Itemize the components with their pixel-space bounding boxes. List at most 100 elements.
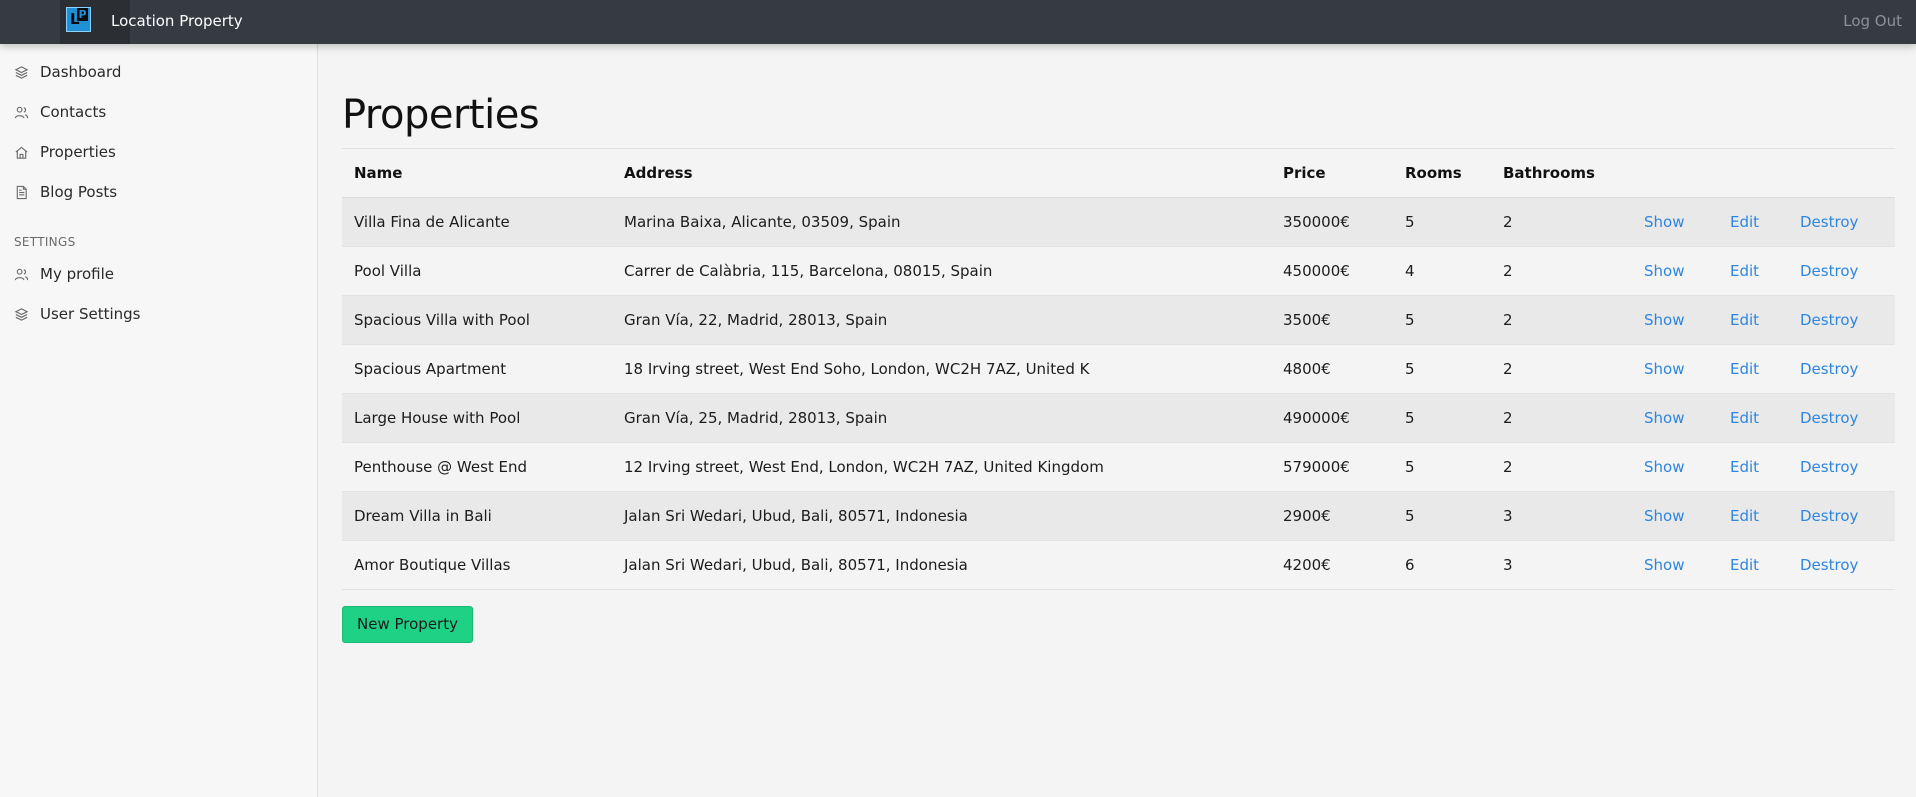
property-name: Large House with Pool bbox=[354, 409, 521, 427]
destroy-link[interactable]: Destroy bbox=[1800, 198, 1858, 247]
logout-link[interactable]: Log Out bbox=[1843, 11, 1902, 31]
show-link[interactable]: Show bbox=[1644, 443, 1684, 492]
property-bathrooms: 2 bbox=[1503, 409, 1513, 427]
property-price: 4800€ bbox=[1283, 360, 1331, 378]
home-icon bbox=[15, 146, 28, 159]
sidebar-item-label: User Settings bbox=[40, 305, 141, 323]
property-bathrooms: 2 bbox=[1503, 311, 1513, 329]
table-row: Penthouse @ West End 12 Irving street, We… bbox=[342, 443, 1895, 492]
show-link[interactable]: Show bbox=[1644, 296, 1684, 345]
destroy-link[interactable]: Destroy bbox=[1800, 492, 1858, 541]
property-price: 3500€ bbox=[1283, 311, 1331, 329]
top-bar: L P Location Property Log Out bbox=[0, 0, 1916, 44]
sidebar: Dashboard Contacts Properties Blog Posts… bbox=[0, 44, 318, 797]
users-icon bbox=[14, 268, 29, 280]
new-property-button[interactable]: New Property bbox=[342, 606, 473, 643]
logo-letter: P bbox=[77, 8, 88, 21]
property-price: 2900€ bbox=[1283, 507, 1331, 525]
edit-link[interactable]: Edit bbox=[1730, 198, 1759, 247]
app-title[interactable]: Location Property bbox=[111, 11, 243, 31]
property-name: Pool Villa bbox=[354, 262, 422, 280]
edit-link[interactable]: Edit bbox=[1730, 296, 1759, 345]
property-bathrooms: 2 bbox=[1503, 360, 1513, 378]
page-title: Properties bbox=[342, 92, 540, 138]
property-rooms: 5 bbox=[1405, 360, 1415, 378]
property-price: 4200€ bbox=[1283, 556, 1331, 574]
layers-icon bbox=[14, 65, 29, 79]
users-icon bbox=[14, 106, 29, 118]
property-name: Dream Villa in Bali bbox=[354, 507, 492, 525]
property-address: Gran Vía, 22, Madrid, 28013, Spain bbox=[624, 311, 888, 329]
sidebar-item-user-settings[interactable]: User Settings bbox=[14, 303, 140, 325]
property-name: Amor Boutique Villas bbox=[354, 556, 511, 574]
sidebar-item-blog-posts[interactable]: Blog Posts bbox=[14, 181, 117, 203]
logo[interactable]: L P bbox=[66, 7, 91, 32]
column-header-address: Address bbox=[624, 164, 693, 182]
property-address: 12 Irving street, West End, London, WC2H… bbox=[624, 458, 1104, 476]
table-row: Amor Boutique Villas Jalan Sri Wedari, Ub… bbox=[342, 541, 1895, 590]
table-header: Name Address Price Rooms Bathrooms bbox=[342, 149, 1895, 198]
property-price: 579000€ bbox=[1283, 458, 1350, 476]
sidebar-item-my-profile[interactable]: My profile bbox=[14, 263, 114, 285]
property-bathrooms: 2 bbox=[1503, 458, 1513, 476]
column-header-price: Price bbox=[1283, 164, 1326, 182]
edit-link[interactable]: Edit bbox=[1730, 541, 1759, 590]
destroy-link[interactable]: Destroy bbox=[1800, 541, 1858, 590]
settings-section-label: SETTINGS bbox=[14, 235, 76, 249]
document-icon bbox=[16, 185, 27, 199]
destroy-link[interactable]: Destroy bbox=[1800, 296, 1858, 345]
show-link[interactable]: Show bbox=[1644, 247, 1684, 296]
sidebar-item-properties[interactable]: Properties bbox=[14, 141, 116, 163]
layers-icon bbox=[14, 307, 29, 321]
show-link[interactable]: Show bbox=[1644, 492, 1684, 541]
table-row: Dream Villa in Bali Jalan Sri Wedari, Ubu… bbox=[342, 492, 1895, 541]
destroy-link[interactable]: Destroy bbox=[1800, 247, 1858, 296]
sidebar-item-label: Contacts bbox=[40, 103, 107, 121]
show-link[interactable]: Show bbox=[1644, 394, 1684, 443]
property-rooms: 4 bbox=[1405, 262, 1415, 280]
property-price: 490000€ bbox=[1283, 409, 1350, 427]
sidebar-item-label: My profile bbox=[40, 265, 114, 283]
property-address: Jalan Sri Wedari, Ubud, Bali, 80571, Ind… bbox=[624, 507, 968, 525]
table-row: Pool Villa Carrer de Calàbria, 115, Barce… bbox=[342, 247, 1895, 296]
property-rooms: 5 bbox=[1405, 507, 1415, 525]
sidebar-item-label: Dashboard bbox=[40, 63, 122, 81]
destroy-link[interactable]: Destroy bbox=[1800, 345, 1858, 394]
destroy-link[interactable]: Destroy bbox=[1800, 443, 1858, 492]
edit-link[interactable]: Edit bbox=[1730, 443, 1759, 492]
table-row: Large House with Pool Gran Vía, 25, Madri… bbox=[342, 394, 1895, 443]
table-row: Villa Fina de Alicante Marina Baixa, Alic… bbox=[342, 198, 1895, 247]
property-name: Spacious Apartment bbox=[354, 360, 507, 378]
show-link[interactable]: Show bbox=[1644, 198, 1684, 247]
show-link[interactable]: Show bbox=[1644, 345, 1684, 394]
column-header-rooms: Rooms bbox=[1405, 164, 1462, 182]
property-name: Spacious Villa with Pool bbox=[354, 311, 530, 329]
property-address: Carrer de Calàbria, 115, Barcelona, 0801… bbox=[624, 262, 993, 280]
show-link[interactable]: Show bbox=[1644, 541, 1684, 590]
sidebar-item-label: Properties bbox=[40, 143, 116, 161]
destroy-link[interactable]: Destroy bbox=[1800, 394, 1858, 443]
property-rooms: 6 bbox=[1405, 556, 1415, 574]
edit-link[interactable]: Edit bbox=[1730, 247, 1759, 296]
sidebar-item-dashboard[interactable]: Dashboard bbox=[14, 61, 121, 83]
property-bathrooms: 2 bbox=[1503, 262, 1513, 280]
property-name: Villa Fina de Alicante bbox=[354, 213, 510, 231]
property-name: Penthouse @ West End bbox=[354, 458, 528, 476]
edit-link[interactable]: Edit bbox=[1730, 394, 1759, 443]
property-bathrooms: 2 bbox=[1503, 213, 1513, 231]
edit-link[interactable]: Edit bbox=[1730, 345, 1759, 394]
table-row: Spacious Villa with Pool Gran Vía, 22, Ma… bbox=[342, 296, 1895, 345]
column-header-bathrooms: Bathrooms bbox=[1503, 164, 1595, 182]
table-body: Villa Fina de Alicante Marina Baixa, Alic… bbox=[342, 198, 1895, 590]
sidebar-item-contacts[interactable]: Contacts bbox=[14, 101, 106, 123]
property-address: 18 Irving street, West End Soho, London,… bbox=[624, 360, 1090, 378]
property-rooms: 5 bbox=[1405, 311, 1415, 329]
properties-table: Name Address Price Rooms Bathrooms Villa… bbox=[342, 148, 1895, 590]
property-rooms: 5 bbox=[1405, 458, 1415, 476]
column-header-name: Name bbox=[354, 164, 403, 182]
edit-link[interactable]: Edit bbox=[1730, 492, 1759, 541]
property-address: Gran Vía, 25, Madrid, 28013, Spain bbox=[624, 409, 888, 427]
property-bathrooms: 3 bbox=[1503, 507, 1513, 525]
property-bathrooms: 3 bbox=[1503, 556, 1513, 574]
property-address: Jalan Sri Wedari, Ubud, Bali, 80571, Ind… bbox=[624, 556, 968, 574]
